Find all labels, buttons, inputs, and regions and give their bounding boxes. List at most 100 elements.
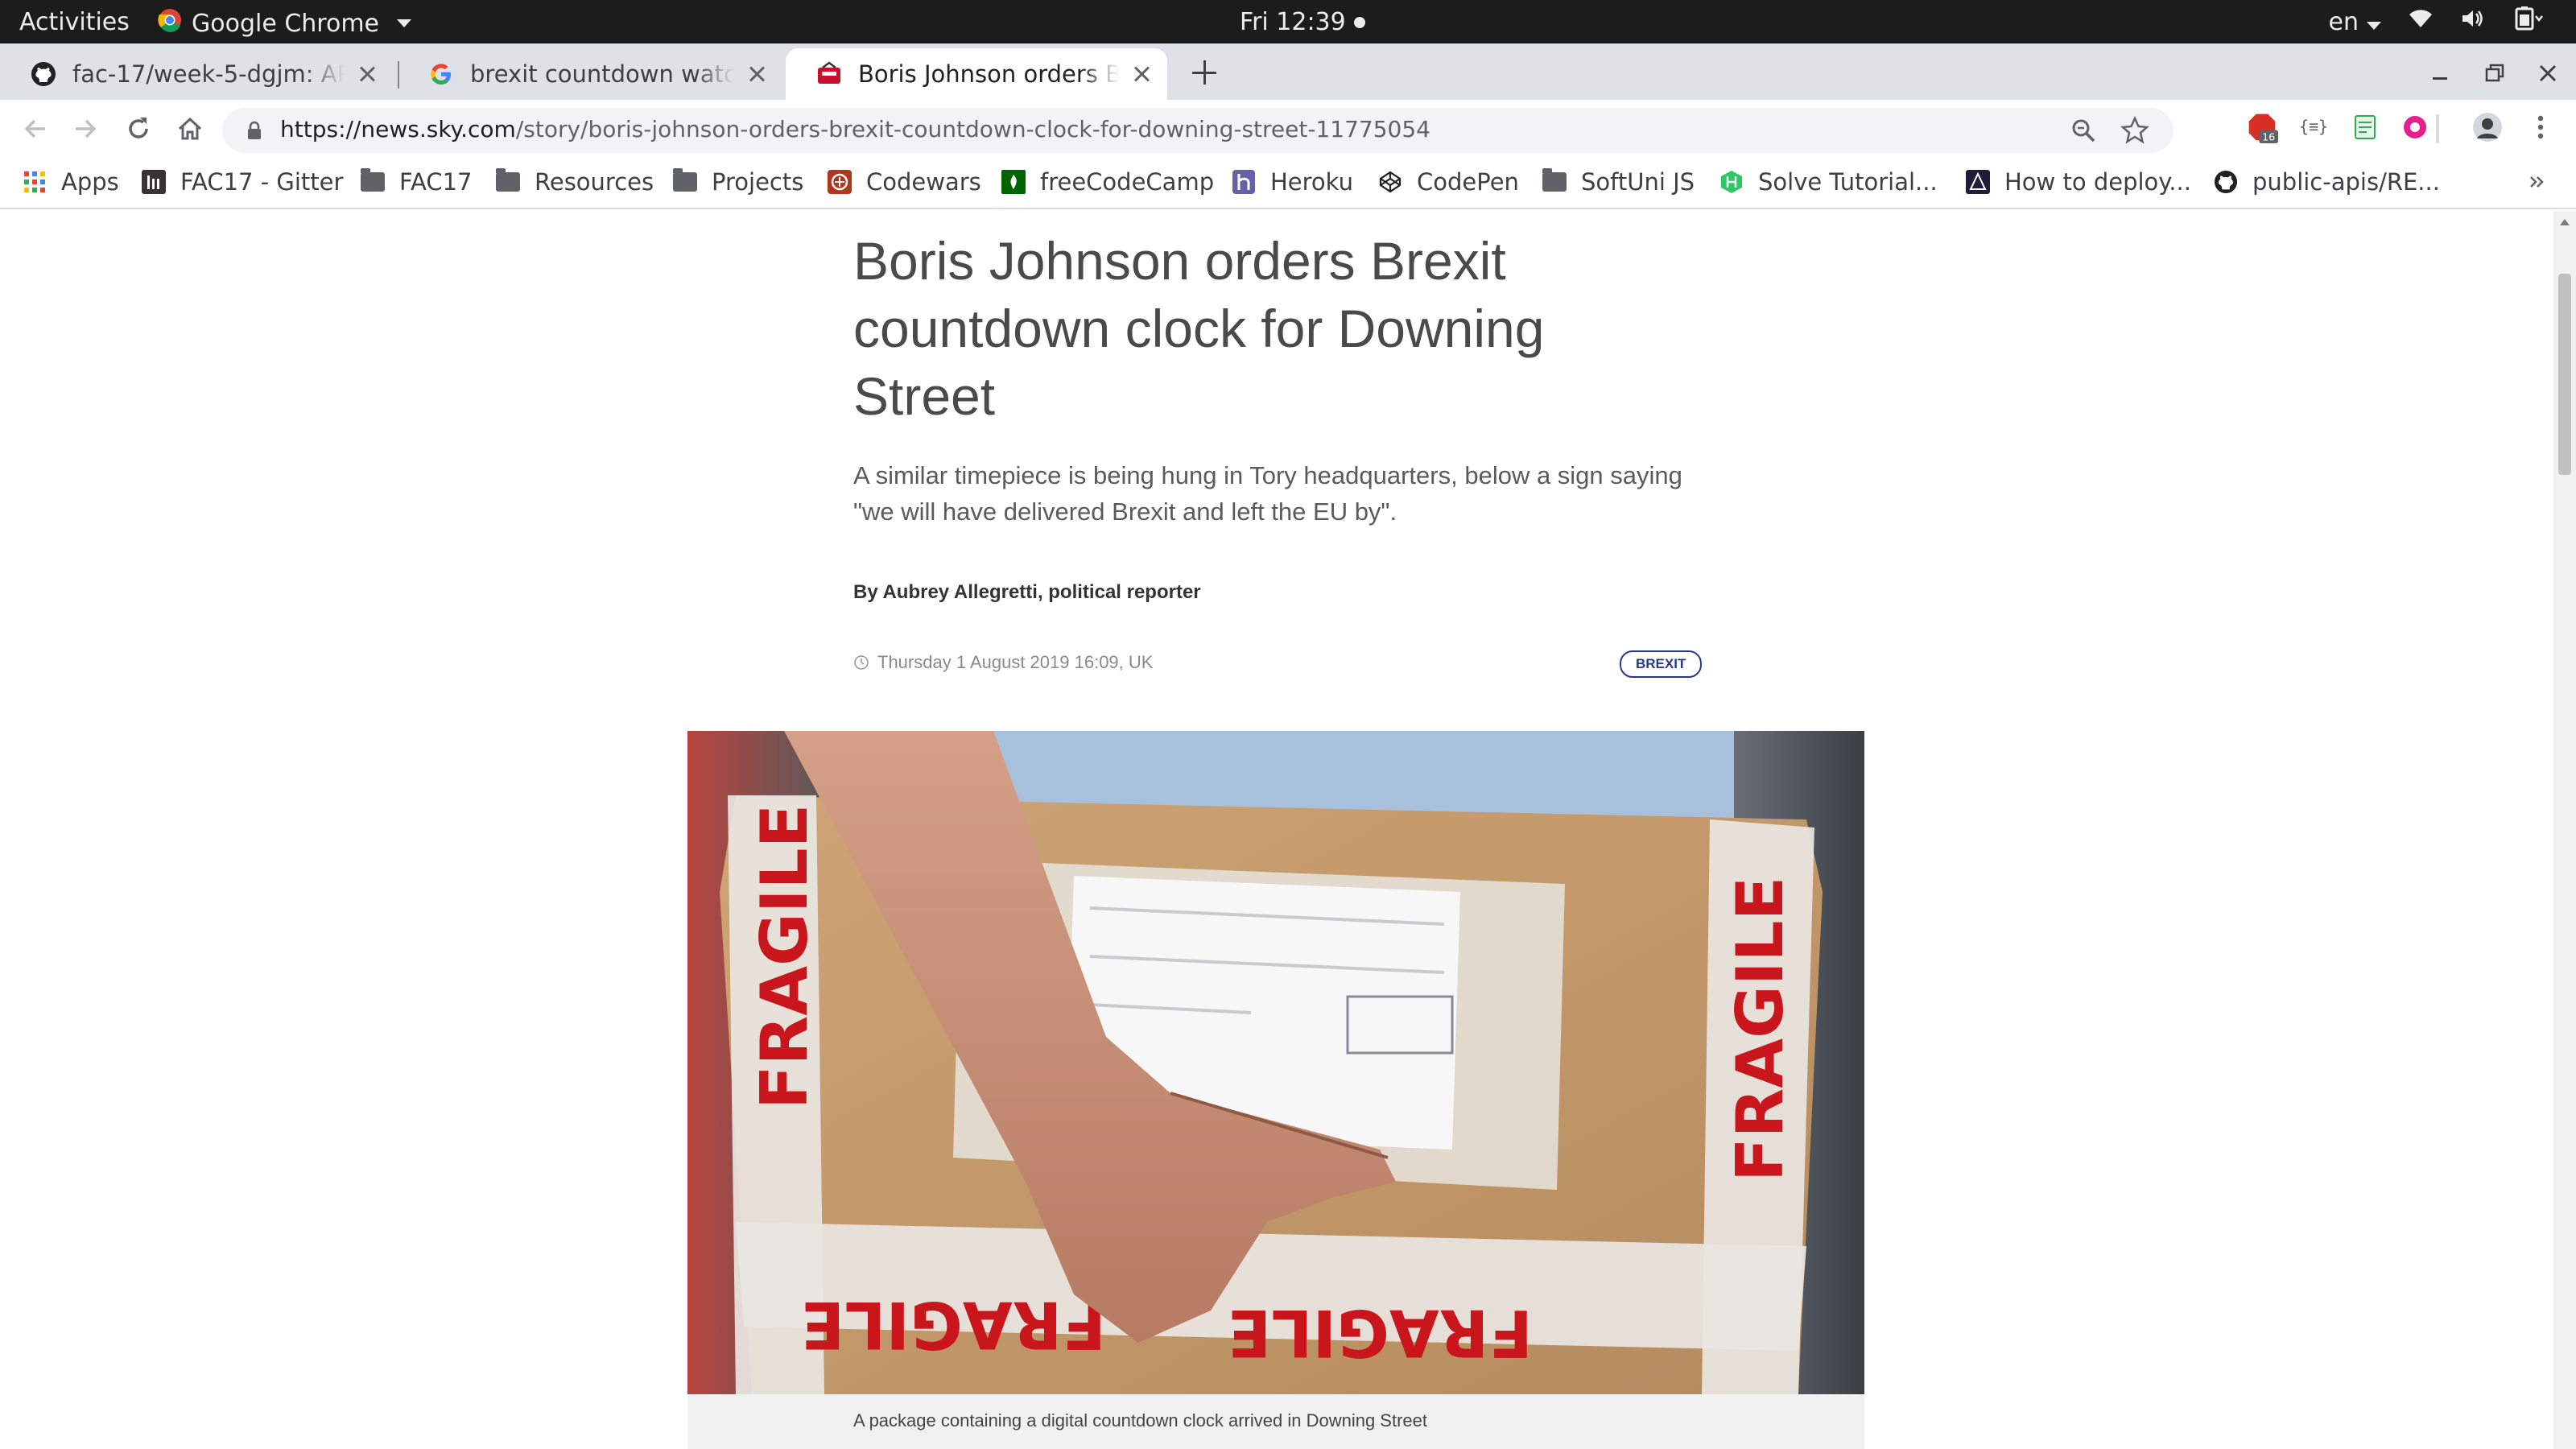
article-headline: Boris Johnson orders Brexit countdown cl… — [853, 231, 1545, 426]
tab-google[interactable]: brexit countdown watch c — [398, 48, 782, 100]
battery-icon — [2512, 6, 2544, 37]
new-tab-button[interactable] — [1190, 58, 1219, 87]
bookmark-codewars[interactable]: Codewars — [828, 164, 981, 200]
article-hero-image: FRAGILE FRAGILE FRAGILE FRAGILE — [687, 731, 1864, 1394]
bookmark-label: How to deploy... — [2004, 168, 2191, 196]
chrome-icon — [158, 8, 182, 39]
tab-sky-news[interactable]: Boris Johnson orders Bre — [786, 48, 1167, 100]
bookmark-public-apis[interactable]: public-apis/RE... — [2214, 164, 2440, 200]
bookmark-folder-fac17[interactable]: FAC17 — [361, 164, 473, 200]
folder-icon — [1542, 168, 1567, 194]
activities-button[interactable]: Activities — [19, 8, 130, 36]
url-text[interactable]: https://news.sky.com/story/boris-johnson… — [280, 116, 1430, 142]
close-icon[interactable] — [745, 63, 768, 85]
bookmark-label: Projects — [712, 168, 804, 196]
notification-dot-icon — [1353, 16, 1365, 28]
extension-adblock-icon[interactable]: 16 — [2246, 111, 2278, 143]
minimize-button[interactable] — [2426, 60, 2454, 87]
system-top-bar: Activities Google Chrome Fri 12:39 en — [0, 0, 2576, 43]
folder-icon — [673, 168, 697, 194]
back-button[interactable] — [19, 113, 52, 145]
profile-avatar[interactable] — [2471, 111, 2504, 143]
reload-button[interactable] — [122, 113, 155, 145]
bookmark-label: FAC17 — [399, 168, 473, 196]
language-indicator[interactable]: en — [2329, 8, 2381, 36]
bookmarks-overflow-button[interactable] — [2528, 164, 2547, 200]
tab-title: Boris Johnson orders Bre — [858, 60, 1119, 88]
codewars-icon — [828, 170, 852, 194]
sky-news-icon — [816, 61, 842, 87]
bookmark-label: Codewars — [866, 168, 981, 196]
deploy-icon — [1966, 170, 1990, 194]
bookmark-how-to-deploy[interactable]: How to deploy... — [1966, 164, 2191, 200]
clock-time: Fri 12:39 — [1240, 8, 1346, 36]
forward-button[interactable] — [69, 113, 101, 145]
zoom-icon[interactable] — [2070, 118, 2096, 147]
extension-pink-icon[interactable] — [2399, 111, 2431, 143]
page-scrollbar[interactable] — [2553, 211, 2576, 1449]
bookmark-heroku[interactable]: Heroku — [1232, 164, 1353, 200]
article-standfirst: A similar timepiece is being hung in Tor… — [853, 461, 1682, 526]
article-date: Thursday 1 August 2019 16:09, UK — [877, 652, 1154, 672]
gitter-icon — [142, 170, 166, 194]
app-menu[interactable]: Google Chrome — [158, 8, 411, 39]
tab-strip: fac-17/week-5-dgjm: API t brexit countdo… — [0, 43, 2576, 100]
chrome-menu-icon[interactable] — [2524, 111, 2557, 143]
bookmark-fac17-gitter[interactable]: FAC17 - Gitter — [142, 164, 343, 200]
bookmark-apps[interactable]: Apps — [23, 164, 119, 200]
article-byline: By Aubrey Allegretti, political reporter — [853, 581, 1201, 603]
article-dateline: Thursday 1 August 2019 16:09, UK — [853, 652, 1153, 673]
bookmark-folder-resources[interactable]: Resources — [496, 164, 654, 200]
close-icon[interactable] — [1130, 63, 1153, 85]
bookmark-label: Resources — [535, 168, 654, 196]
bookmark-label: public-apis/RE... — [2252, 168, 2440, 196]
chevron-down-icon — [2367, 21, 2381, 30]
extension-sheet-icon[interactable] — [2349, 111, 2381, 143]
bookmark-codepen[interactable]: CodePen — [1378, 164, 1519, 200]
bookmark-solve-tutorial[interactable]: Solve Tutorial... — [1719, 164, 1938, 200]
scroll-up-arrow-icon[interactable] — [2560, 219, 2570, 225]
clock-icon — [854, 655, 869, 670]
close-window-button[interactable] — [2534, 60, 2562, 87]
system-tray[interactable]: en — [2329, 6, 2544, 37]
close-icon[interactable] — [356, 63, 378, 85]
fragile-text: FRAGILE — [801, 1287, 1106, 1362]
bookmark-star-icon[interactable] — [2120, 115, 2150, 148]
image-caption: A package containing a digital countdown… — [853, 1410, 1427, 1430]
bookmark-label: Heroku — [1270, 168, 1353, 196]
fragile-text: FRAGILE — [747, 804, 822, 1109]
home-button[interactable] — [174, 113, 206, 145]
svg-text:{≡}: {≡} — [2299, 117, 2328, 136]
bookmark-label: FAC17 - Gitter — [180, 168, 344, 196]
lock-icon[interactable] — [246, 121, 262, 143]
restore-button[interactable] — [2481, 60, 2508, 87]
chevron-down-icon — [397, 19, 411, 27]
folder-icon — [361, 168, 385, 194]
apps-grid-icon — [23, 170, 47, 194]
clock[interactable]: Fri 12:39 — [1240, 8, 1365, 36]
bookmark-folder-projects[interactable]: Projects — [673, 164, 803, 200]
tab-title: fac-17/week-5-dgjm: API t — [72, 60, 345, 88]
browser-toolbar: https://news.sky.com/story/boris-johnson… — [0, 100, 2576, 156]
bookmark-freecodecamp[interactable]: freeCodeCamp — [1001, 164, 1214, 200]
fragile-text: FRAGILE — [1723, 877, 1798, 1182]
brexit-tag-link[interactable]: BREXIT — [1620, 650, 1703, 678]
scrollbar-thumb[interactable] — [2558, 274, 2571, 475]
address-bar[interactable]: https://news.sky.com/story/boris-johnson… — [222, 108, 2174, 153]
folder-icon — [496, 168, 520, 194]
fragile-text: FRAGILE — [1228, 1295, 1533, 1370]
tab-github[interactable]: fac-17/week-5-dgjm: API t — [0, 48, 393, 100]
bookmark-folder-softuni[interactable]: SoftUni JS — [1542, 164, 1695, 200]
bookmark-label: Solve Tutorial... — [1758, 168, 1938, 196]
extension-json-icon[interactable]: {≡} — [2297, 111, 2330, 143]
github-icon — [2214, 170, 2238, 194]
hackerrank-icon — [1719, 170, 1744, 194]
volume-icon — [2460, 6, 2484, 37]
page-viewport[interactable]: Boris Johnson orders Brexit countdown cl… — [0, 211, 2553, 1449]
extension-badge-count: 16 — [2262, 130, 2275, 142]
double-chevron-right-icon — [2530, 176, 2544, 188]
google-icon — [428, 61, 454, 87]
freecodecamp-icon — [1001, 170, 1026, 194]
bookmarks-bar: Apps FAC17 - Gitter FAC17 Resources Proj… — [0, 156, 2576, 209]
bookmark-label: SoftUni JS — [1581, 168, 1695, 196]
